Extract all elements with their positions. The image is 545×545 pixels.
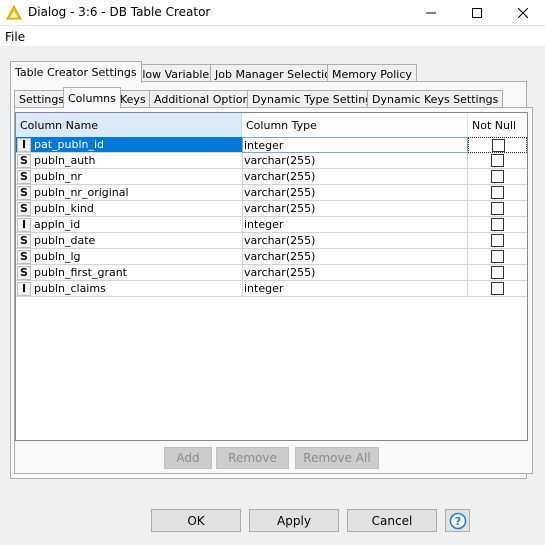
svg-text:?: ? [454,515,460,528]
minimize-button[interactable] [408,0,454,26]
menu-file[interactable]: File [5,30,25,44]
header-column-type[interactable]: Column Type [242,113,468,137]
tab-dynamic-type-settings[interactable]: Dynamic Type Settings [247,90,383,108]
column-name-cell[interactable]: pat_publn_id [34,138,242,153]
not-null-cell[interactable] [468,233,527,249]
tab-dynamic-keys-settings[interactable]: Dynamic Keys Settings [367,90,504,108]
not-null-cell[interactable] [468,185,527,201]
remove-all-button[interactable]: Remove All [295,447,379,469]
table-header: Column Name Column Type Not Null [16,113,527,137]
close-button[interactable] [500,0,545,26]
not-null-cell[interactable] [468,137,527,153]
help-icon: ? [449,512,466,529]
table-row[interactable]: I publn_claims integer [16,281,527,297]
column-type-cell[interactable]: varchar(255) [242,249,468,265]
column-name-cell[interactable]: appln_id [34,218,242,233]
knime-app-icon [6,4,22,21]
column-type-cell[interactable]: varchar(255) [242,233,468,249]
column-name-cell[interactable]: publn_date [34,234,242,249]
not-null-checkbox[interactable] [492,139,505,152]
not-null-checkbox[interactable] [491,234,504,247]
column-type-cell[interactable]: integer [242,137,468,153]
ok-button[interactable]: OK [151,509,241,532]
column-type-cell[interactable]: integer [242,217,468,233]
column-name-cell[interactable]: publn_first_grant [34,266,242,281]
not-null-cell[interactable] [468,169,527,185]
integer-type-icon: I [17,138,31,152]
not-null-checkbox[interactable] [491,266,504,279]
column-type-cell[interactable]: varchar(255) [242,169,468,185]
close-icon [518,8,528,18]
tab-additional-options[interactable]: Additional Options [149,90,261,108]
not-null-cell[interactable] [468,249,527,265]
tab-settings[interactable]: Settings [14,90,70,108]
table-row[interactable]: I appln_id integer [16,217,527,233]
column-type-cell[interactable]: varchar(255) [242,201,468,217]
not-null-cell[interactable] [468,281,527,297]
column-name-cell[interactable]: publn_lg [34,250,242,265]
not-null-cell[interactable] [468,217,527,233]
not-null-checkbox[interactable] [491,202,504,215]
column-type-cell[interactable]: varchar(255) [242,153,468,169]
table-row[interactable]: S publn_first_grant varchar(255) [16,265,527,281]
table-row[interactable]: S publn_lg varchar(255) [16,249,527,265]
integer-type-icon: I [17,218,31,232]
not-null-checkbox[interactable] [491,282,504,295]
string-type-icon: S [17,186,31,200]
column-name-cell[interactable]: publn_nr [34,170,242,185]
string-type-icon: S [17,234,31,248]
not-null-checkbox[interactable] [491,250,504,263]
string-type-icon: S [17,202,31,216]
header-not-null[interactable]: Not Null [468,113,527,137]
help-button[interactable]: ? [445,509,470,532]
table-row[interactable]: I pat_publn_id integer [16,137,527,153]
maximize-icon [472,8,482,18]
string-type-icon: S [17,154,31,168]
menu-bar: File [0,26,545,46]
column-type-cell[interactable]: varchar(255) [242,185,468,201]
not-null-checkbox[interactable] [491,218,504,231]
column-name-cell[interactable]: publn_nr_original [34,186,242,201]
not-null-checkbox[interactable] [491,170,504,183]
title-bar: Dialog - 3:6 - DB Table Creator [0,0,545,26]
cancel-button[interactable]: Cancel [347,509,437,532]
not-null-cell[interactable] [468,265,527,281]
header-column-name[interactable]: Column Name [16,113,242,137]
add-button[interactable]: Add [164,447,212,469]
remove-button[interactable]: Remove [216,447,289,469]
string-type-icon: S [17,250,31,264]
columns-table[interactable]: Column Name Column Type Not Null I pat_p… [15,112,528,441]
column-type-cell[interactable]: integer [242,281,468,297]
minimize-icon [426,12,436,14]
tab-columns[interactable]: Columns [63,87,121,108]
integer-type-icon: I [17,282,31,296]
string-type-icon: S [17,266,31,280]
not-null-cell[interactable] [468,201,527,217]
column-name-cell[interactable]: publn_claims [34,282,242,297]
table-row[interactable]: S publn_kind varchar(255) [16,201,527,217]
table-row[interactable]: S publn_date varchar(255) [16,233,527,249]
apply-button[interactable]: Apply [249,509,339,532]
not-null-checkbox[interactable] [491,154,504,167]
maximize-button[interactable] [454,0,500,26]
tab-table-creator-settings[interactable]: Table Creator Settings [10,61,142,83]
not-null-cell[interactable] [468,153,527,169]
column-name-cell[interactable]: publn_kind [34,202,242,217]
column-type-cell[interactable]: varchar(255) [242,265,468,281]
table-row[interactable]: S publn_nr_original varchar(255) [16,185,527,201]
window-title: Dialog - 3:6 - DB Table Creator [28,5,211,19]
not-null-checkbox[interactable] [491,186,504,199]
string-type-icon: S [17,170,31,184]
table-row[interactable]: S publn_auth varchar(255) [16,153,527,169]
column-name-cell[interactable]: publn_auth [34,154,242,169]
table-row[interactable]: S publn_nr varchar(255) [16,169,527,185]
